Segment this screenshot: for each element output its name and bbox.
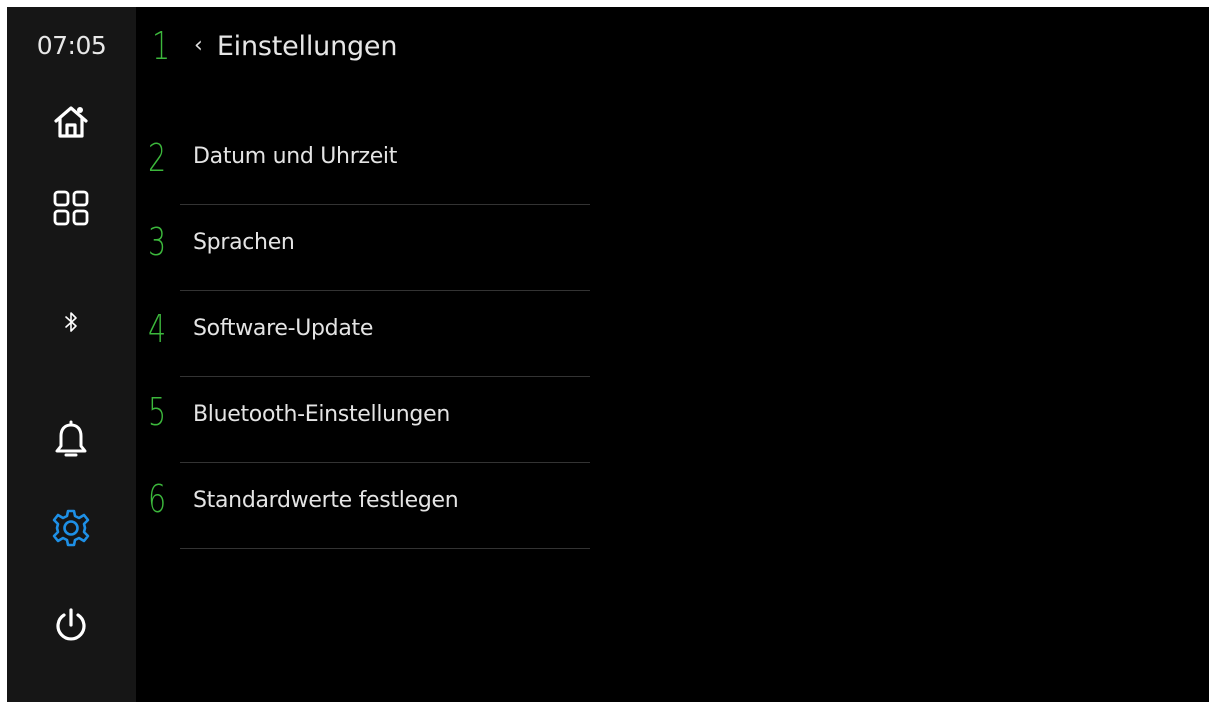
- page-title: Einstellungen: [216, 30, 398, 62]
- settings-list: Datum und Uhrzeit Sprachen Software-Upda…: [180, 119, 590, 549]
- notifications-button[interactable]: [46, 415, 96, 465]
- bluetooth-icon: [65, 312, 77, 332]
- marker-4: 4: [148, 307, 167, 351]
- settings-item-label: Software-Update: [193, 316, 374, 341]
- main-content: 1 2 3 4 5 6 ‹ Einstellungen Datum und Uh…: [136, 7, 1209, 702]
- power-icon: [56, 608, 86, 641]
- marker-1: 1: [152, 24, 171, 68]
- screen: 07:05 1 2 3 4 5 6 ‹ Einstellungen Datum …: [7, 7, 1209, 702]
- settings-item-label: Datum und Uhrzeit: [193, 144, 398, 169]
- marker-3: 3: [148, 220, 167, 264]
- marker-2: 2: [148, 136, 167, 180]
- apps-grid-icon: [53, 190, 89, 226]
- divider: [180, 548, 590, 549]
- bluetooth-button[interactable]: [46, 297, 96, 347]
- home-icon: [54, 106, 88, 138]
- clock: 07:05: [36, 31, 107, 60]
- settings-item-bluetooth-einstellungen[interactable]: Bluetooth-Einstellungen: [180, 377, 590, 463]
- power-button[interactable]: [46, 601, 96, 651]
- settings-item-sprachen[interactable]: Sprachen: [180, 205, 590, 291]
- chevron-left-icon: ‹: [194, 33, 203, 58]
- marker-6: 6: [148, 477, 167, 521]
- home-button[interactable]: [46, 97, 96, 147]
- gear-icon: [52, 509, 90, 547]
- settings-item-label: Bluetooth-Einstellungen: [193, 402, 450, 427]
- settings-item-datum-und-uhrzeit[interactable]: Datum und Uhrzeit: [180, 119, 590, 205]
- bell-icon: [55, 420, 87, 457]
- settings-item-standardwerte-festlegen[interactable]: Standardwerte festlegen: [180, 463, 590, 549]
- apps-button[interactable]: [46, 183, 96, 233]
- settings-button[interactable]: [46, 503, 96, 553]
- settings-item-software-update[interactable]: Software-Update: [180, 291, 590, 377]
- marker-5: 5: [148, 390, 167, 434]
- sidebar: 07:05: [7, 7, 136, 702]
- settings-item-label: Sprachen: [193, 230, 295, 255]
- settings-item-label: Standardwerte festlegen: [193, 488, 459, 513]
- back-button[interactable]: ‹ Einstellungen: [194, 25, 397, 67]
